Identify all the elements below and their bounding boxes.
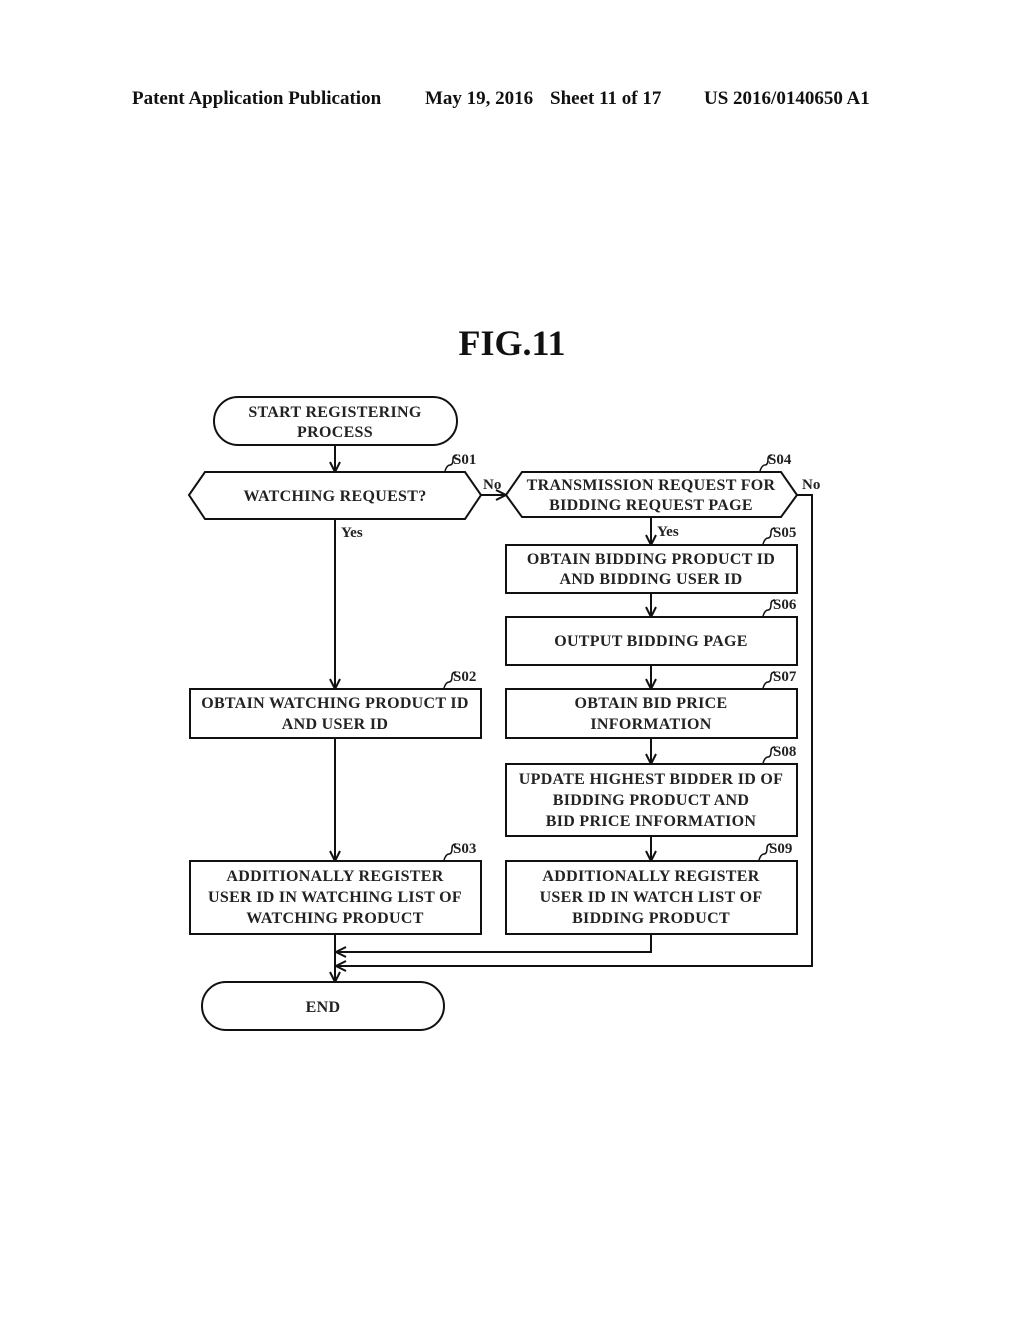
s03-line-2: USER ID IN WATCHING LIST OF	[208, 889, 462, 906]
start-terminal: START REGISTERING PROCESS	[213, 396, 458, 446]
s05-line-1: OBTAIN BIDDING PRODUCT ID	[527, 551, 775, 568]
start-line-2: PROCESS	[297, 424, 373, 441]
flowchart: START REGISTERING PROCESS WATCHING REQUE…	[187, 396, 820, 1031]
s05-line-2: AND BIDDING USER ID	[559, 571, 742, 588]
s04-yes-label: Yes	[657, 524, 679, 540]
s09-label: S09	[769, 841, 792, 857]
s01-label: S01	[453, 452, 476, 468]
s02-line-2: AND USER ID	[282, 716, 388, 733]
s08-line-2: BIDDING PRODUCT AND	[553, 792, 750, 809]
step-s04-decision: TRANSMISSION REQUEST FOR BIDDING REQUEST…	[504, 452, 799, 518]
s04-line-1: TRANSMISSION REQUEST FOR	[527, 477, 776, 494]
s01-yes-label: Yes	[341, 525, 363, 541]
s08-line-1: UPDATE HIGHEST BIDDER ID OF	[519, 771, 783, 788]
end-terminal: END	[201, 981, 445, 1031]
s09-line-1: ADDITIONALLY REGISTER	[542, 868, 759, 885]
s07-label: S07	[773, 669, 797, 685]
s05-label: S05	[773, 525, 796, 541]
end-text: END	[306, 999, 341, 1016]
s09-line-2: USER ID IN WATCH LIST OF	[540, 889, 763, 906]
s04-line-2: BIDDING REQUEST PAGE	[549, 497, 753, 514]
s04-no-label: No	[802, 477, 820, 493]
s07-line-1: OBTAIN BID PRICE	[575, 695, 728, 712]
s06-label: S06	[773, 597, 797, 613]
s08-line-3: BID PRICE INFORMATION	[546, 813, 757, 830]
s07-line-2: INFORMATION	[590, 716, 711, 733]
s02-label: S02	[453, 669, 476, 685]
s03-line-1: ADDITIONALLY REGISTER	[226, 868, 443, 885]
s01-no-label: No	[483, 477, 501, 493]
s06-line-1: OUTPUT BIDDING PAGE	[554, 633, 748, 650]
s04-label: S04	[768, 452, 792, 468]
s02-line-1: OBTAIN WATCHING PRODUCT ID	[201, 695, 469, 712]
s01-text: WATCHING REQUEST?	[243, 488, 426, 505]
edge-s09-end	[336, 934, 652, 952]
s09-line-3: BIDDING PRODUCT	[572, 910, 730, 927]
s03-label: S03	[453, 841, 476, 857]
s08-label: S08	[773, 744, 796, 760]
start-line-1: START REGISTERING	[248, 404, 422, 421]
s03-line-3: WATCHING PRODUCT	[246, 910, 423, 927]
